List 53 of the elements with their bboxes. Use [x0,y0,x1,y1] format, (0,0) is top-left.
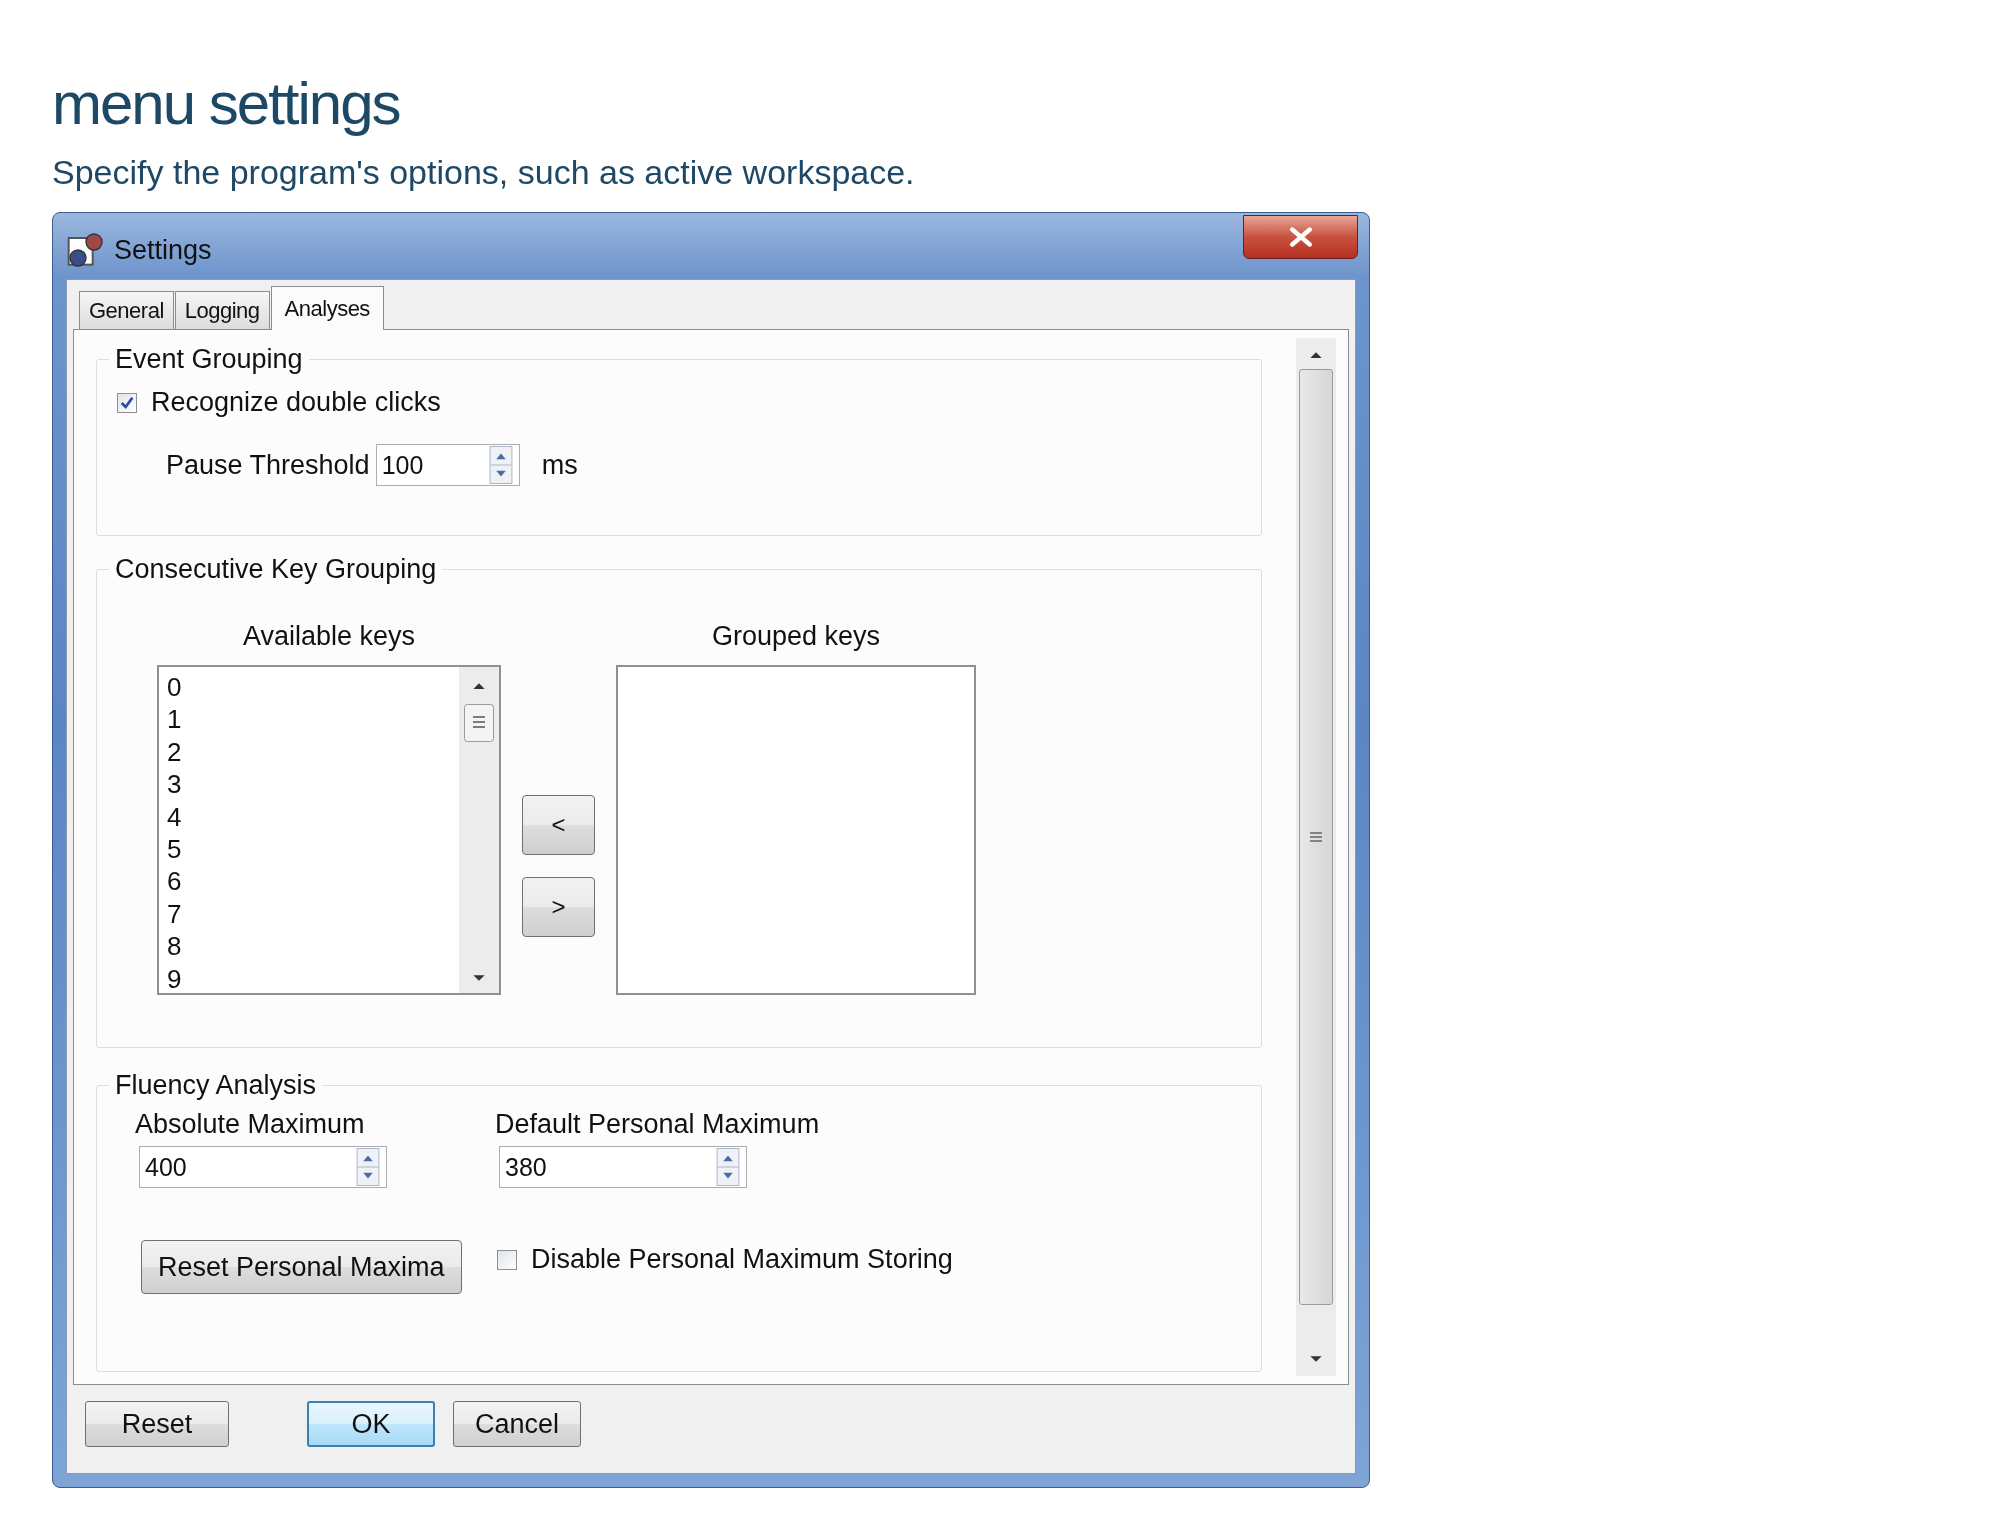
spin-arrows-icon[interactable] [488,446,513,484]
tab[interactable]: Logging [174,291,270,329]
close-icon [1287,227,1314,247]
spin-arrows-icon[interactable] [356,1148,380,1186]
window-title: Settings [114,234,212,266]
down-arrow-icon[interactable] [472,974,486,983]
checkbox[interactable] [497,1249,517,1270]
dialog-button[interactable]: Reset [85,1401,229,1447]
checkbox[interactable] [117,392,137,413]
dialog-button[interactable]: Cancel [453,1401,581,1447]
tab[interactable]: General [79,291,174,329]
scrollbar-thumb[interactable] [464,704,494,742]
up-arrow-icon[interactable] [1309,350,1323,359]
scrollbar-thumb[interactable] [1299,369,1333,1305]
group-title: Consecutive Key Grouping [114,554,438,585]
list-item[interactable]: 3 [167,768,459,801]
number-field[interactable]: 380 [499,1146,747,1188]
list-item[interactable]: 6 [167,865,459,898]
close-button[interactable] [1243,215,1358,259]
spin-arrows-icon[interactable] [716,1148,740,1186]
grip-icon [1309,830,1323,844]
number-field[interactable]: 400 [139,1146,387,1188]
list-item[interactable]: 7 [167,897,459,931]
field-label: Default Personal Maximum [495,1109,820,1140]
scrollbar[interactable] [459,667,499,993]
list-item[interactable]: 2 [167,735,459,769]
list-item[interactable]: 9 [167,962,459,996]
list-item[interactable]: 0 [167,671,459,704]
list-item[interactable]: 4 [167,800,459,834]
group-title: Fluency Analysis [114,1070,318,1101]
move-button[interactable]: < [522,795,595,855]
down-arrow-icon[interactable] [1309,1355,1323,1364]
up-arrow-icon[interactable] [472,681,486,690]
list-item[interactable]: 8 [167,930,459,963]
list-label: Grouped keys [710,621,882,653]
checkbox-label: Recognize double clicks [151,387,441,418]
checkbox-label: Disable Personal Maximum Storing [531,1244,953,1275]
move-button[interactable]: > [522,877,595,937]
tab[interactable]: Analyses [270,286,384,330]
unit-label: ms [541,449,578,481]
scrollbar[interactable] [1296,338,1336,1376]
field-label: Absolute Maximum [135,1109,365,1140]
dialog-button[interactable]: OK [307,1401,435,1447]
reset-personal-maxima-button[interactable]: Reset Personal Maxima [141,1240,462,1294]
list-item[interactable]: 1 [167,703,459,736]
group-title: Event Grouping [114,344,304,375]
field-label: Pause Threshold [166,449,370,481]
number-field[interactable]: 100 [375,444,520,486]
page-subtitle: Specify the program's options, such as active workspace. [52,152,916,192]
list-label: Available keys [241,621,417,653]
app-icon [66,230,106,270]
list-item[interactable]: 5 [167,833,459,866]
page-heading: menu settings [52,69,401,139]
